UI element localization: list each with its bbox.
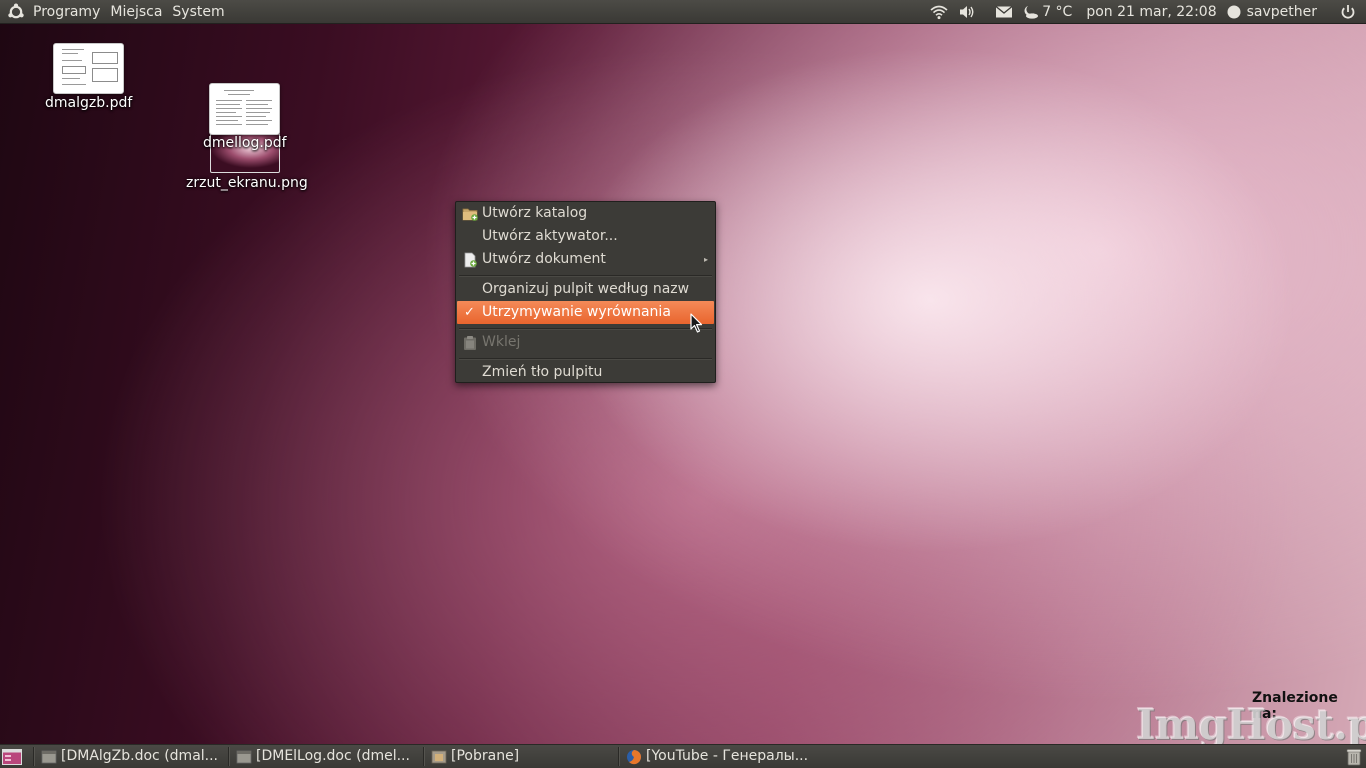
taskbar-task-dmellog[interactable]: [DMElLog.doc (dmel... [229,745,423,768]
user-status-icon [1227,5,1241,18]
panel-menus: Programy Miejsca System [0,0,230,24]
user-name: savpether [1246,3,1317,20]
show-desktop-button[interactable] [0,745,24,768]
menu-item-label: Utrzymywanie wyrównania [482,304,671,320]
desktop-icon-label: dmalgzb.pdf [45,95,133,111]
menu-item-create-folder[interactable]: Utwórz katalog [457,202,714,225]
ubuntu-logo-icon[interactable] [4,0,28,24]
taskbar-task-label: [Pobrane] [451,748,520,764]
folder-window-icon [431,749,447,765]
power-icon[interactable] [1322,0,1366,24]
document-window-icon [236,749,252,765]
top-panel: Programy Miejsca System 7 °C pon 21 mar,… [0,0,1366,24]
user-menu[interactable]: savpether [1222,0,1322,24]
trash-icon[interactable] [1344,747,1364,767]
mouse-cursor-icon [690,313,703,333]
submenu-arrow-icon: ▸ [703,255,708,264]
volume-icon[interactable] [953,0,981,24]
weather-temperature: 7 °C [1042,3,1073,20]
menu-item-label: Utwórz dokument [482,251,606,267]
checkmark-icon: ✓ [464,305,475,320]
desktop-context-menu: Utwórz katalog Utwórz aktywator... Utwór… [455,201,716,383]
menu-item-label: Utwórz katalog [482,205,588,221]
taskbar-task-youtube[interactable]: [YouTube - Генералы... [619,745,813,768]
paste-icon [462,335,478,351]
menu-item-label: Wklej [482,334,521,350]
document-window-icon [41,749,57,765]
pdf-thumbnail-icon [53,43,124,94]
watermark-logo: ImgHost.pl [1136,700,1366,749]
taskbar-task-label: [DMAlgZb.doc (dmal... [61,748,219,764]
taskbar-task-dmalgzb[interactable]: [DMAlgZb.doc (dmal... [34,745,228,768]
wifi-icon[interactable] [925,0,953,24]
show-desktop-icon [2,748,22,765]
taskbar-task-label: [DMElLog.doc (dmel... [256,748,410,764]
pdf-thumbnail-icon [209,83,280,135]
folder-new-icon [462,206,478,222]
document-new-icon [462,252,478,268]
weather-widget[interactable]: 7 °C [1018,0,1077,24]
menu-item-label: Zmień tło pulpitu [482,364,603,380]
menu-item-paste[interactable]: Wklej [457,331,714,354]
menu-miejsca[interactable]: Miejsca [105,0,167,24]
panel-tray: 7 °C pon 21 mar, 22:08 savpether [925,0,1366,24]
desktop-icon-label: zrzut_ekranu.png [186,175,308,191]
menu-separator [459,275,712,277]
menu-system[interactable]: System [167,0,229,24]
menu-separator [459,358,712,360]
menu-item-label: Utwórz aktywator... [482,228,618,244]
weather-night-icon [1024,5,1039,19]
desktop-icon-label: dmellog.pdf [203,135,287,151]
taskbar-task-pobrane[interactable]: [Pobrane] [424,745,618,768]
menu-item-change-background[interactable]: Zmień tło pulpitu [457,361,714,384]
taskbar-task-label: [YouTube - Генералы... [646,748,809,764]
menu-separator [459,328,712,330]
menu-item-label: Organizuj pulpit według nazw [482,281,690,297]
mail-icon[interactable] [981,0,1018,24]
menu-item-organize-by-name[interactable]: Organizuj pulpit według nazw [457,278,714,301]
menu-item-create-launcher[interactable]: Utwórz aktywator... [457,225,714,248]
clock[interactable]: pon 21 mar, 22:08 [1077,0,1221,24]
menu-item-keep-aligned[interactable]: ✓ Utrzymywanie wyrównania [457,301,714,324]
menu-programy[interactable]: Programy [28,0,105,24]
menu-item-create-document[interactable]: Utwórz dokument ▸ [457,248,714,271]
bottom-panel: [DMAlgZb.doc (dmal... [DMElLog.doc (dmel… [0,744,1366,768]
firefox-icon [626,749,642,765]
